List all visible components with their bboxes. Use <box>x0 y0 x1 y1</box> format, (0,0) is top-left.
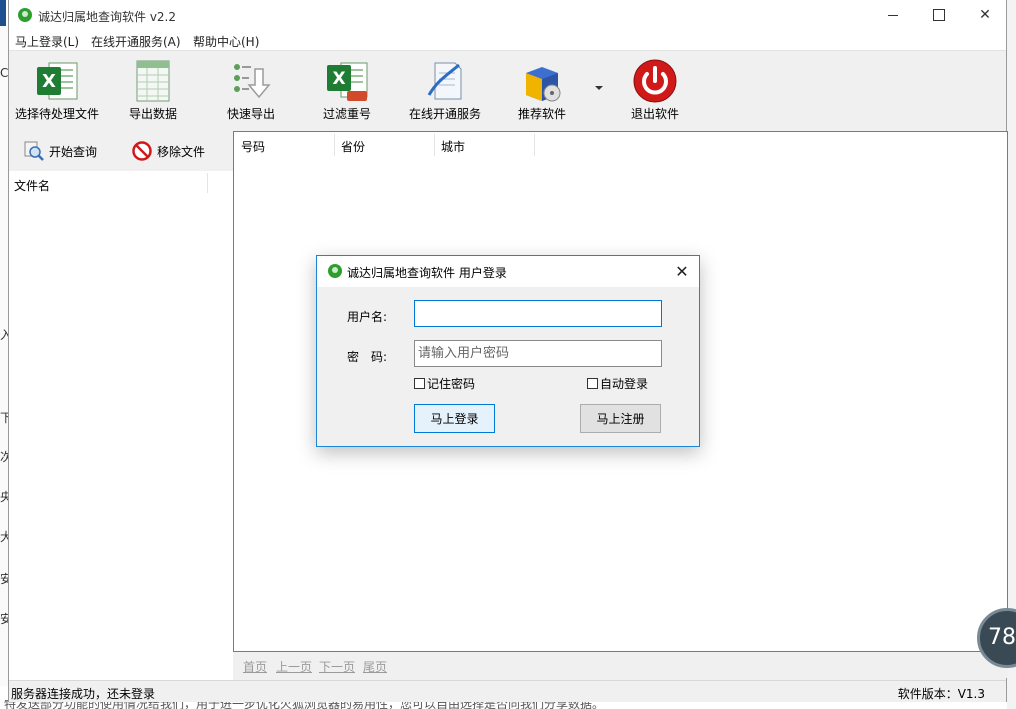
menu-online-service[interactable]: 在线开通服务(A) <box>91 33 181 50</box>
file-list[interactable]: 文件名 <box>9 171 233 700</box>
toolbar-label: 选择待处理文件 <box>14 107 99 121</box>
online-service-button[interactable]: 在线开通服务 <box>401 51 489 129</box>
column-divider <box>334 134 335 156</box>
version-label: 软件版本：V1.3 <box>897 687 985 701</box>
column-header-filename[interactable]: 文件名 <box>14 177 50 194</box>
login-button[interactable]: 马上登录 <box>414 404 495 433</box>
toolbar-label: 退出软件 <box>630 107 679 121</box>
background-fragment: 大 <box>0 530 8 544</box>
export-data-button[interactable]: 导出数据 <box>121 51 185 129</box>
status-bar: 服务器连接成功，还未登录 软件版本：V1.3 <box>9 680 1006 702</box>
column-divider <box>434 134 435 156</box>
remember-password-checkbox[interactable]: 记住密码 <box>414 375 475 392</box>
chevron-down-icon[interactable] <box>595 86 603 90</box>
minimize-button[interactable] <box>870 0 916 30</box>
username-field[interactable] <box>414 300 662 327</box>
prohibited-icon <box>132 141 152 161</box>
remember-password-label: 记住密码 <box>427 377 476 391</box>
dialog-title-bar: 诚达归属地查询软件 用户登录 ✕ <box>317 256 699 287</box>
svg-text:X: X <box>42 71 56 92</box>
login-dialog: 诚达归属地查询软件 用户登录 ✕ 用户名: 密 码: 记住密码 自动登录 马上登… <box>316 255 700 447</box>
dialog-title: 诚达归属地查询软件 用户登录 <box>347 266 507 280</box>
fast-export-button[interactable]: 快速导出 <box>219 51 283 129</box>
column-header-number[interactable]: 号码 <box>241 138 265 155</box>
register-button[interactable]: 马上注册 <box>580 404 661 433</box>
column-header-province[interactable]: 省份 <box>341 138 365 155</box>
previous-page-link[interactable]: 上一页 <box>276 658 312 675</box>
file-list-header: 文件名 <box>9 171 233 195</box>
excel-filter-icon: X <box>327 62 368 101</box>
background-fragment: 次 <box>0 450 8 464</box>
background-fragment: C <box>0 66 8 80</box>
checkbox-box[interactable] <box>587 378 598 389</box>
menu-help-center[interactable]: 帮助中心(H) <box>193 33 259 50</box>
auto-login-label: 自动登录 <box>600 377 649 391</box>
file-actions-bar: 开始查询 移除文件 <box>9 131 233 171</box>
start-query-label: 开始查询 <box>49 144 98 159</box>
column-divider <box>534 134 535 156</box>
toolbar-label: 快速导出 <box>226 107 275 121</box>
close-window-button[interactable]: ✕ <box>962 0 1008 30</box>
background-page-right <box>1007 0 1016 709</box>
excel-file-icon: X <box>37 62 78 100</box>
power-icon <box>633 59 677 103</box>
background-window-strip <box>0 0 6 26</box>
fast-export-icon <box>234 64 271 99</box>
close-icon[interactable]: ✕ <box>671 260 693 282</box>
next-page-link[interactable]: 下一页 <box>319 658 355 675</box>
svg-text:X: X <box>332 69 345 89</box>
toolbar-label: 导出数据 <box>128 107 177 121</box>
software-box-icon <box>526 67 561 102</box>
last-page-link[interactable]: 尾页 <box>363 658 387 675</box>
checkbox-box[interactable] <box>414 378 425 389</box>
app-logo-icon <box>18 8 32 22</box>
toolbar-label: 在线开通服务 <box>408 107 481 121</box>
password-label: 密 码: <box>347 350 388 364</box>
spreadsheet-icon <box>136 60 170 102</box>
toolbar-label: 过滤重号 <box>322 107 371 121</box>
column-header-city[interactable]: 城市 <box>441 138 465 155</box>
background-fragment: 安 <box>0 572 8 586</box>
window-title: 诚达归属地查询软件 v2.2 <box>38 10 177 24</box>
first-page-link[interactable]: 首页 <box>243 658 267 675</box>
background-fragment: 入 <box>0 328 8 342</box>
magnifier-icon <box>24 141 44 161</box>
title-bar: 诚达归属地查询软件 v2.2 ✕ <box>9 0 1006 30</box>
recommended-software-button[interactable]: 推荐软件 <box>511 51 573 129</box>
auto-login-checkbox[interactable]: 自动登录 <box>587 375 648 392</box>
toolbar-label: 推荐软件 <box>517 107 566 121</box>
pagination-bar: 首页 上一页 下一页 尾页 <box>233 652 1008 678</box>
maximize-button[interactable] <box>916 0 962 30</box>
remove-file-button[interactable]: 移除文件 <box>131 137 205 165</box>
background-fragment: 央 <box>0 490 8 504</box>
menu-login[interactable]: 马上登录(L) <box>15 33 79 50</box>
menu-bar: 马上登录(L) 在线开通服务(A) 帮助中心(H) <box>9 30 1006 51</box>
results-grid-header: 号码 省份 城市 <box>234 132 535 156</box>
username-label: 用户名: <box>347 310 388 324</box>
column-divider <box>207 173 208 193</box>
select-file-button[interactable]: X 选择待处理文件 <box>9 51 105 129</box>
app-logo-icon <box>328 264 342 278</box>
filter-duplicates-button[interactable]: X 过滤重号 <box>315 51 379 129</box>
background-fragment: 安 <box>0 612 8 626</box>
main-toolbar: X 选择待处理文件 导出数据 快速导出 X 过滤重号 在线开通服务 推荐软件 退… <box>9 51 1006 131</box>
online-service-icon <box>427 62 462 100</box>
background-fragment: 下 <box>0 411 8 425</box>
password-field[interactable] <box>414 340 662 367</box>
exit-button[interactable]: 退出软件 <box>623 51 687 129</box>
background-page-left: C 入 下 次 央 大 安 安 <box>0 26 8 686</box>
connection-status: 服务器连接成功，还未登录 <box>11 687 156 701</box>
start-query-button[interactable]: 开始查询 <box>23 137 97 165</box>
remove-file-label: 移除文件 <box>157 144 206 159</box>
